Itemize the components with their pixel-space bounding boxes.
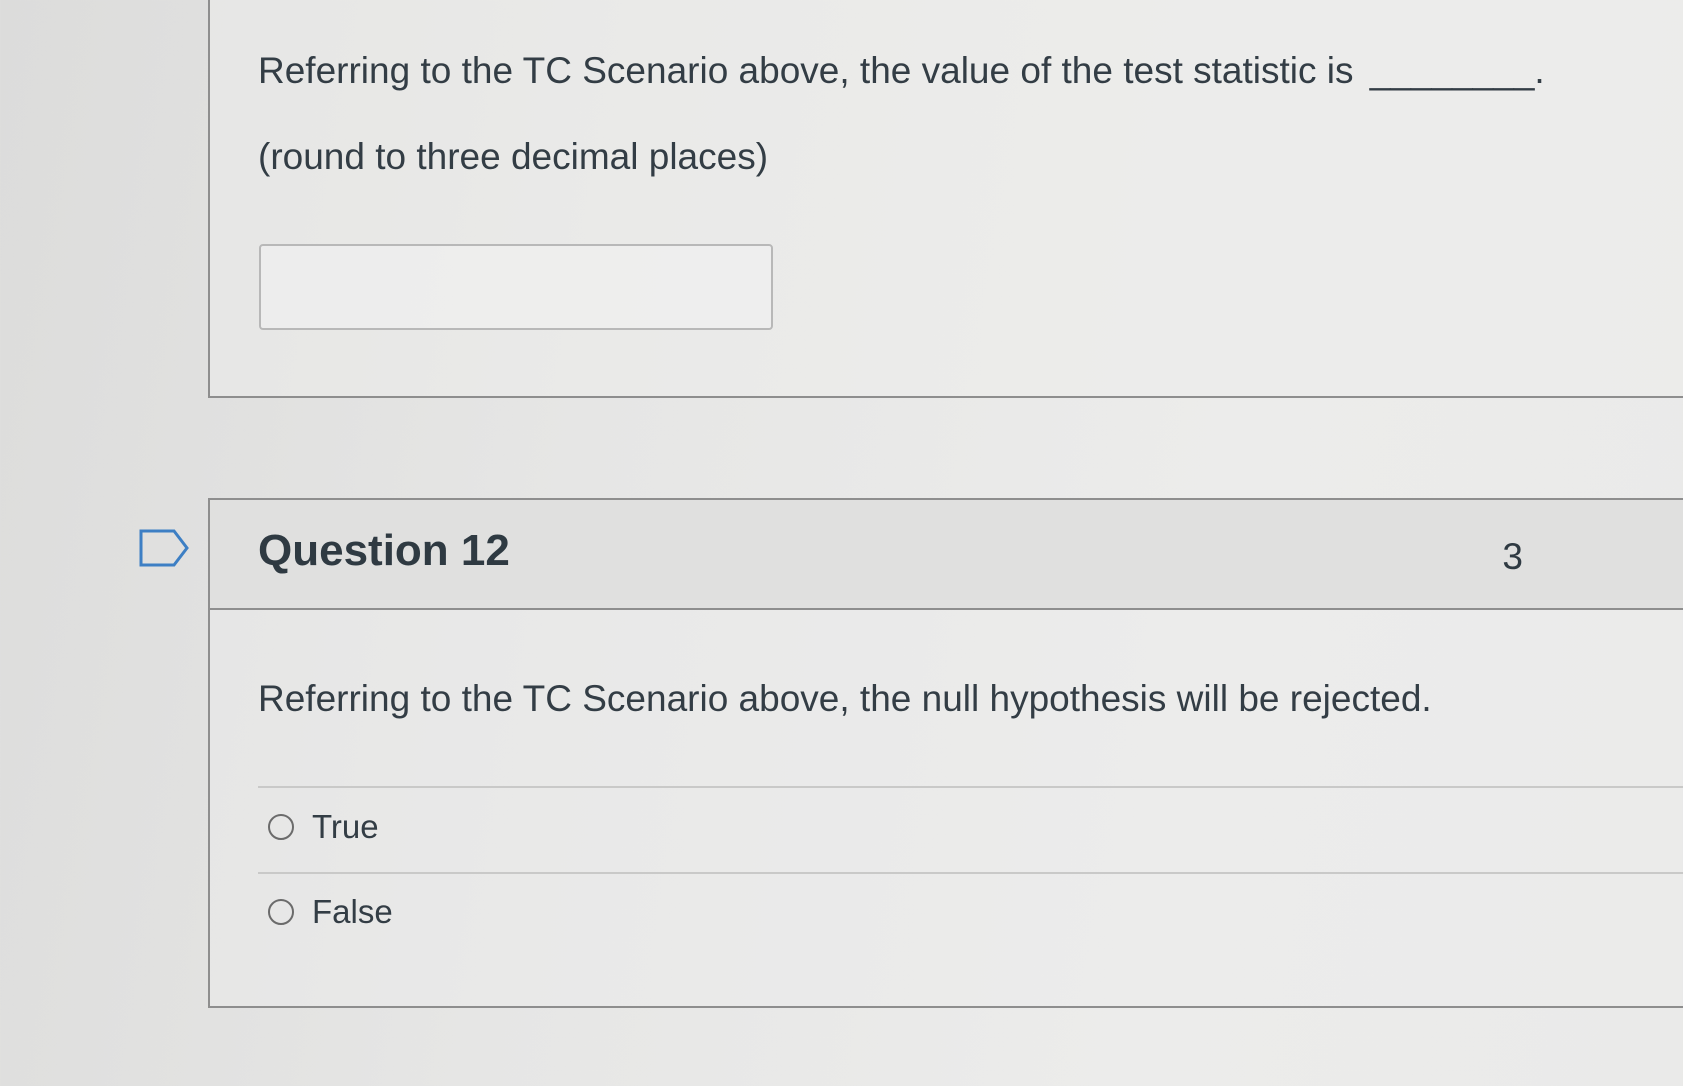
answer-option-label: True [312, 808, 379, 845]
question-11-note: (round to three decimal places) [258, 136, 769, 177]
question-points: 3 [1502, 536, 1523, 577]
answer-option-true[interactable]: True [268, 808, 379, 846]
answer-option-label: False [312, 893, 393, 930]
answer-divider [258, 872, 1683, 874]
question-11-prompt: Referring to the TC Scenario above, the … [258, 48, 1545, 94]
question-11-blank: ________. [1369, 50, 1545, 91]
question-12-prompt: Referring to the TC Scenario above, the … [258, 678, 1432, 719]
flag-icon[interactable] [138, 528, 190, 568]
question-12-card: Question 12 3 Referring to the TC Scenar… [208, 498, 1683, 1008]
answer-input[interactable] [259, 244, 773, 330]
question-12-header: Question 12 3 [210, 500, 1683, 610]
radio-button-false[interactable] [268, 899, 294, 925]
question-11-prompt-text: Referring to the TC Scenario above, the … [258, 50, 1354, 91]
radio-button-true[interactable] [268, 814, 294, 840]
question-title: Question 12 [258, 526, 510, 575]
answer-option-false[interactable]: False [268, 893, 393, 931]
question-11-card: Referring to the TC Scenario above, the … [208, 0, 1683, 398]
answer-divider [258, 786, 1683, 788]
